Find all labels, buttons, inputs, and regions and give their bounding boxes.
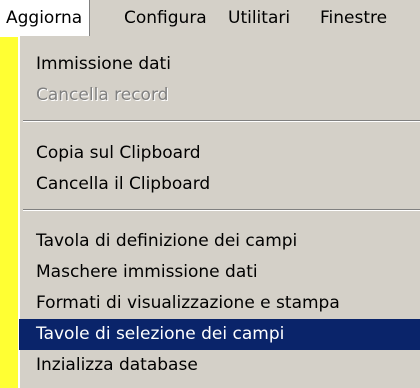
menu-item-immissione-dati[interactable]: Immissione dati [19,49,420,80]
menu-finestre[interactable]: Finestre [320,0,387,36]
menu-separator [23,120,420,122]
menu-item-tavole-selezione-campi[interactable]: Tavole di selezione dei campi [19,319,420,350]
menu-item-maschere-immissione-dati[interactable]: Maschere immissione dati [19,257,420,288]
menu-item-cancella-record: Cancella record [36,85,169,105]
menu-item-inizializza-database[interactable]: Inzializza database [19,350,420,381]
menu-item-tavola-definizione-campi[interactable]: Tavola di definizione dei campi [19,226,420,257]
menu-item-formati-visualizzazione-stampa[interactable]: Formati di visualizzazione e stampa [19,288,420,319]
menu-configura[interactable]: Configura [124,0,207,36]
menu-item-copia-clipboard[interactable]: Copia sul Clipboard [19,138,420,169]
menu-utilitari[interactable]: Utilitari [228,0,290,36]
menu-item-cancella-clipboard[interactable]: Cancella il Clipboard [19,169,420,200]
menu-aggiorna[interactable]: Aggiorna [0,0,91,36]
aggiorna-dropdown-menu: Immissione dati Cancella record Copia su… [18,36,420,388]
menu-bar: Aggiorna Configura Utilitari Finestre [0,0,420,37]
menu-separator [23,209,420,211]
